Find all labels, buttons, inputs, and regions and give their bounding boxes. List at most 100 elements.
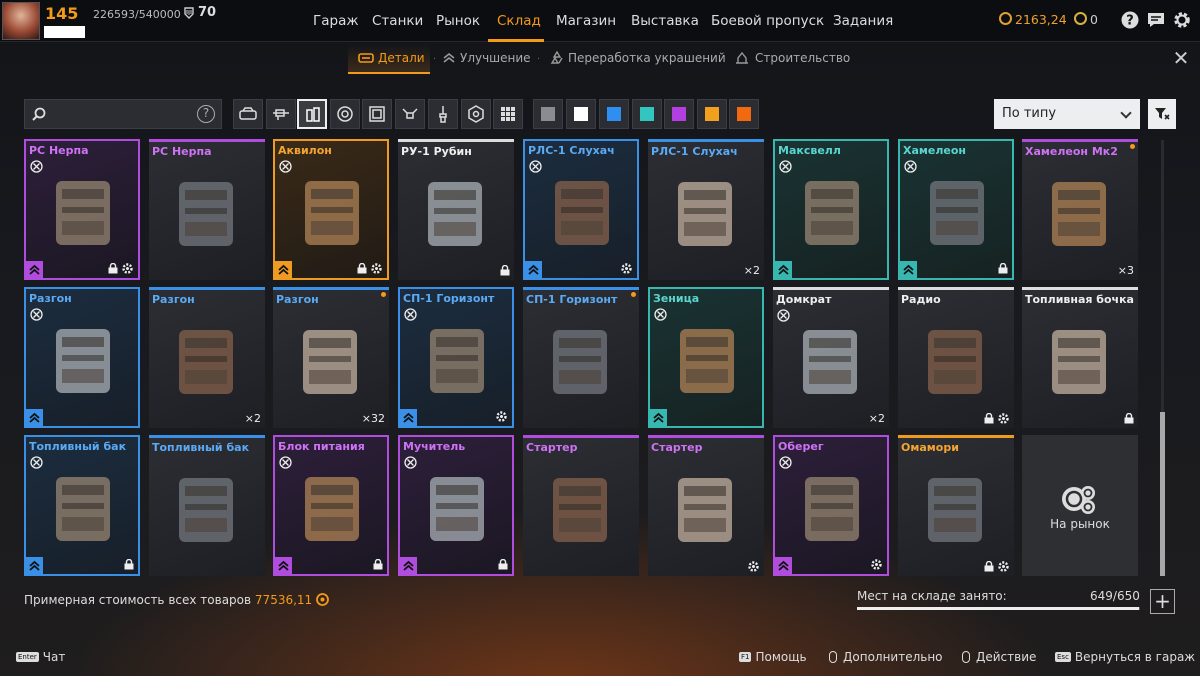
item-image — [553, 330, 607, 394]
item-card[interactable]: Топливная бочка — [1022, 287, 1138, 428]
item-card[interactable]: Омамори — [898, 435, 1014, 576]
chat-icon[interactable] — [1146, 10, 1166, 30]
nav-market[interactable]: Рынок — [436, 13, 480, 29]
tab-decor-recycling[interactable]: Переработка украшений — [568, 51, 726, 65]
rank-chevron-icon — [650, 409, 667, 426]
item-card[interactable]: Мучитель — [398, 435, 514, 576]
item-card[interactable]: РУ-1 Рубин — [398, 139, 514, 280]
item-card[interactable]: Стартер — [648, 435, 764, 576]
item-card[interactable]: Аквилон — [273, 139, 389, 280]
item-count: ×2 — [743, 264, 760, 277]
item-card[interactable]: РЛС-1 Слухач — [523, 139, 639, 280]
item-card[interactable]: Разгон ×2 — [149, 287, 265, 428]
rarity-filter-grey[interactable] — [533, 99, 563, 129]
filter-wheel-button[interactable] — [330, 99, 360, 129]
token-icon — [1074, 12, 1087, 25]
f1-key-icon: F1 — [739, 652, 752, 662]
item-count: ×32 — [361, 412, 385, 425]
paint-icon — [439, 106, 447, 123]
filter-frame-button[interactable] — [362, 99, 392, 129]
rank-chevron-icon — [775, 261, 792, 278]
hint-action[interactable]: Действие — [962, 650, 1036, 664]
go-to-market-card[interactable]: На рынок — [1022, 435, 1138, 576]
item-image — [928, 330, 982, 394]
recycle-tab-icon — [550, 51, 563, 64]
tab-upgrade[interactable]: Улучшение — [460, 51, 531, 65]
expand-storage-button[interactable]: + — [1150, 589, 1175, 614]
filter-weapon-button[interactable] — [266, 99, 296, 129]
rarity-filter-red[interactable] — [729, 99, 759, 129]
mouse-right-icon — [829, 651, 837, 663]
item-card[interactable]: Максвелл — [773, 139, 889, 280]
nav-exhibition[interactable]: Выставка — [631, 13, 699, 29]
rarity-swatch — [607, 107, 621, 121]
close-icon[interactable]: ✕ — [1172, 48, 1190, 68]
nav-workbenches[interactable]: Станки — [372, 13, 423, 29]
hint-more[interactable]: Дополнительно — [829, 650, 943, 664]
sort-dropdown[interactable]: По типу — [994, 99, 1140, 129]
subtab-separator: · — [537, 54, 541, 65]
filter-paint-button[interactable] — [428, 99, 458, 129]
search-input[interactable]: ? — [24, 99, 222, 129]
rarity-filter-blue[interactable] — [599, 99, 629, 129]
item-card[interactable]: РС Нерпа — [149, 139, 265, 280]
filter-drone-button[interactable] — [395, 99, 425, 129]
scrollbar-thumb[interactable] — [1160, 412, 1165, 576]
help-icon[interactable]: ? — [1120, 10, 1140, 30]
item-card[interactable]: Хамелеон — [898, 139, 1014, 280]
item-card[interactable]: Топливный бак — [24, 435, 140, 576]
item-card[interactable]: РС Нерпа — [24, 139, 140, 280]
item-image — [56, 329, 110, 393]
rarity-filter-purple[interactable] — [664, 99, 694, 129]
coin-icon — [316, 593, 329, 606]
rarity-filter-white[interactable] — [566, 99, 596, 129]
new-item-dot — [1130, 144, 1135, 149]
hex-icon — [468, 105, 484, 123]
hint-chat[interactable]: Enter Чат — [16, 650, 65, 664]
item-image — [928, 478, 982, 542]
item-card[interactable]: Разгон — [24, 287, 140, 428]
hint-back-label: Вернуться в гараж — [1074, 650, 1196, 664]
item-card[interactable]: Домкрат ×2 — [773, 287, 889, 428]
storage-label: Мест на складе занято: — [857, 589, 1007, 603]
rarity-swatch — [574, 107, 588, 121]
filter-cabin-button[interactable] — [233, 99, 263, 129]
craftable-tool-icon — [779, 160, 792, 173]
filter-grid-button[interactable] — [493, 99, 523, 129]
filter-module-button[interactable] — [297, 99, 327, 129]
rarity-swatch — [672, 107, 686, 121]
rank-chevron-icon — [26, 261, 43, 278]
item-card[interactable]: Оберег — [773, 435, 889, 576]
item-card[interactable]: Блок питания — [273, 435, 389, 576]
nav-battle-pass[interactable]: Боевой пропуск — [711, 13, 824, 29]
nav-garage[interactable]: Гараж — [313, 13, 359, 29]
item-card[interactable]: СП-1 Горизонт — [398, 287, 514, 428]
item-card[interactable]: РЛС-1 Слухач ×2 — [648, 139, 764, 280]
search-help-icon[interactable]: ? — [197, 105, 215, 123]
player-avatar[interactable] — [2, 2, 40, 40]
lock-icon — [373, 559, 383, 570]
filter-reset-button[interactable] — [1148, 99, 1176, 129]
rarity-filter-orange[interactable] — [697, 99, 727, 129]
hint-help[interactable]: F1 Помощь — [739, 650, 807, 664]
item-card[interactable]: Стартер — [523, 435, 639, 576]
tab-construction[interactable]: Строительство — [755, 51, 850, 65]
filter-hex-button[interactable] — [461, 99, 491, 129]
item-card[interactable]: Топливный бак — [149, 435, 265, 576]
nav-shop[interactable]: Магазин — [556, 13, 616, 29]
item-card[interactable]: Зеница — [648, 287, 764, 428]
subtab-separator: · — [723, 54, 727, 65]
nav-challenges[interactable]: Задания — [833, 13, 893, 29]
tab-parts[interactable]: Детали — [378, 51, 425, 65]
item-card[interactable]: Хамелеон Мк2 ×3 — [1022, 139, 1138, 280]
settings-gear-icon[interactable] — [1172, 10, 1192, 30]
equipped-gear-icon — [371, 263, 382, 274]
item-card[interactable]: Радио — [898, 287, 1014, 428]
nav-storage[interactable]: Склад — [497, 13, 541, 29]
hint-back[interactable]: Esc Вернуться в гараж — [1055, 650, 1195, 664]
item-card[interactable]: Разгон ×32 — [273, 287, 389, 428]
item-card[interactable]: СП-1 Горизонт — [523, 287, 639, 428]
filter-clear-icon — [1155, 108, 1170, 120]
rarity-filter-teal[interactable] — [632, 99, 662, 129]
item-image — [179, 182, 233, 246]
